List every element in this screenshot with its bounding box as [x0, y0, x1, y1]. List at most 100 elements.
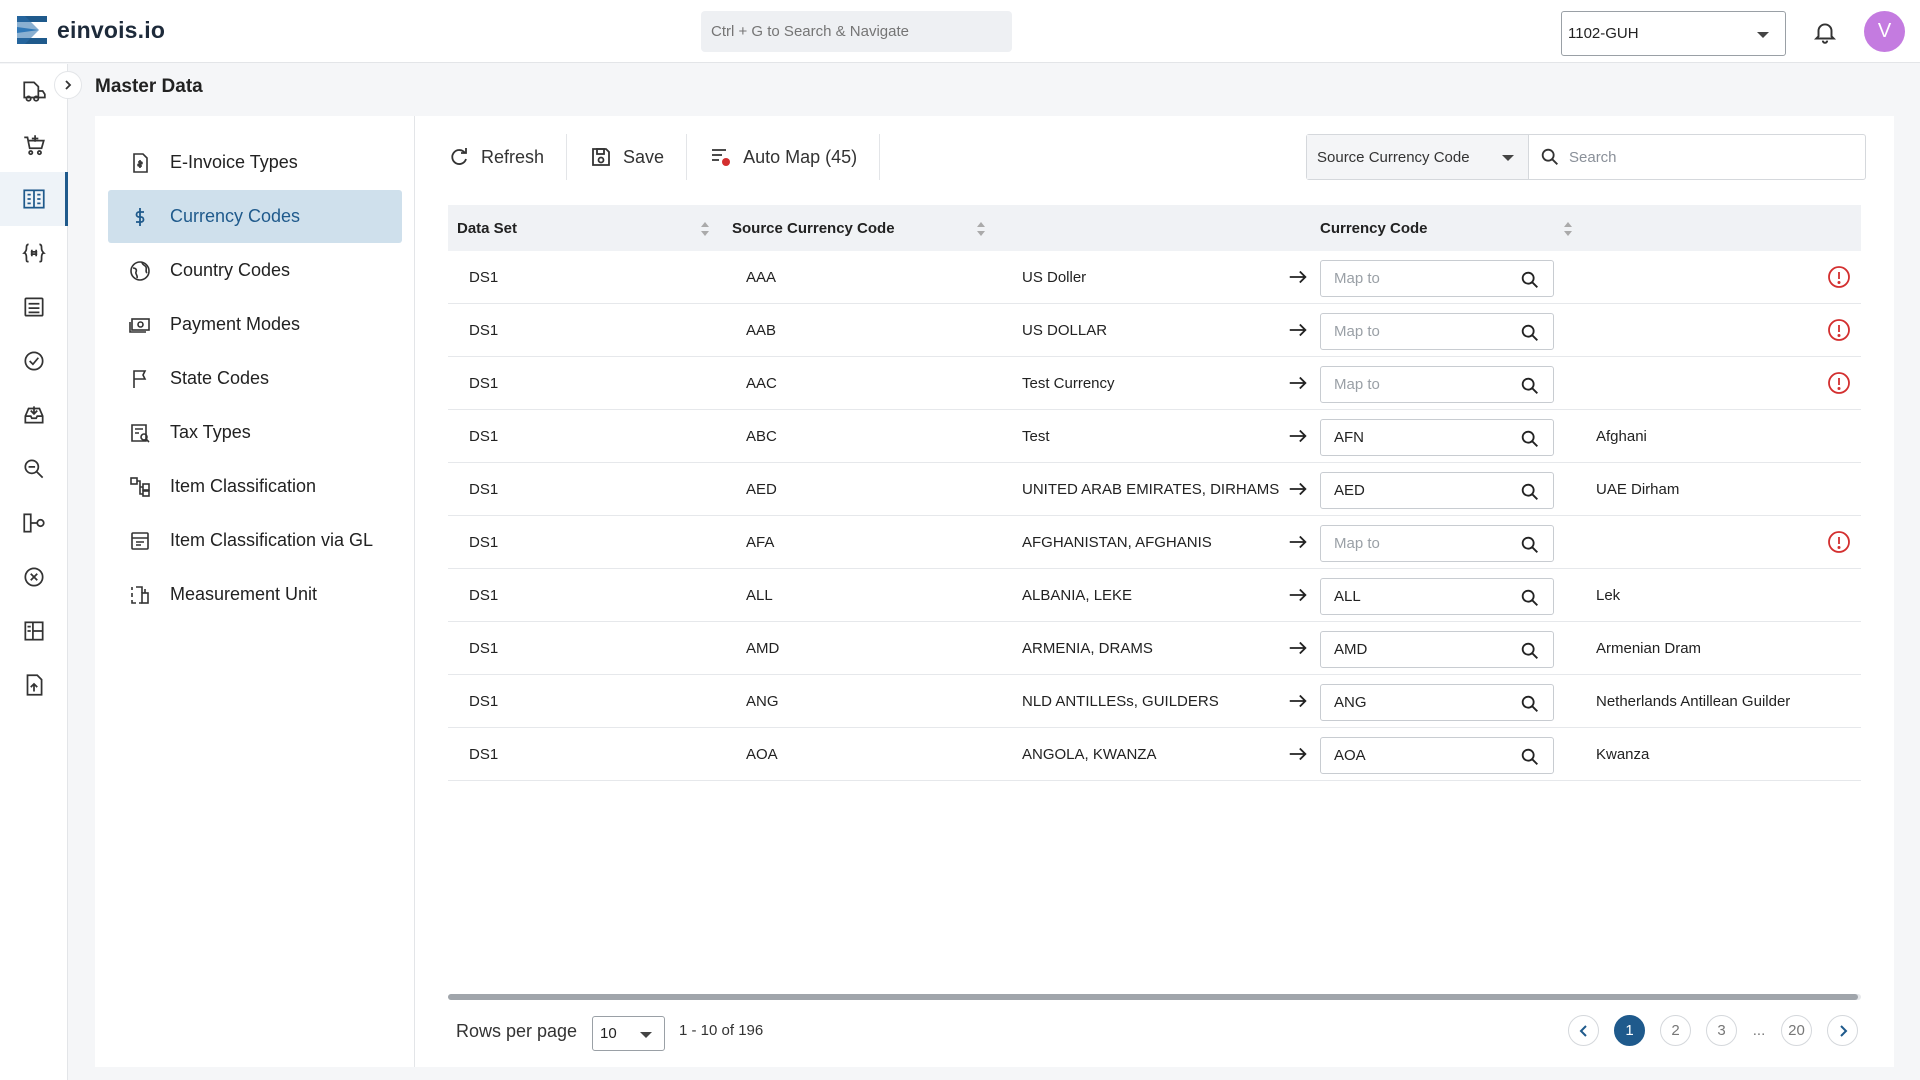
- subnav-item-payment-modes[interactable]: Payment Modes: [108, 298, 402, 351]
- notification-bell-icon[interactable]: [1812, 18, 1838, 46]
- table-filter: Source Currency Code Search: [1306, 134, 1866, 180]
- column-header-data-set[interactable]: Data Set: [457, 205, 517, 251]
- warning-info-icon[interactable]: [1827, 265, 1851, 289]
- column-header-source-currency-code[interactable]: Source Currency Code: [732, 205, 895, 251]
- subnav-item-item-classification[interactable]: Item Classification: [108, 460, 402, 513]
- search-icon[interactable]: [1519, 693, 1541, 715]
- auto-map-button[interactable]: Auto Map (45): [687, 134, 881, 180]
- subnav-item-state-codes[interactable]: State Codes: [108, 352, 402, 405]
- map-to-input[interactable]: ANG: [1320, 684, 1554, 721]
- search-icon[interactable]: [1519, 428, 1541, 450]
- filter-field-select[interactable]: Source Currency Code: [1307, 135, 1529, 179]
- cell-source-description: US Doller: [1022, 269, 1087, 286]
- rail-dashboard-icon[interactable]: [0, 604, 68, 658]
- map-to-input[interactable]: AMD: [1320, 631, 1554, 668]
- subnav-item-country-codes[interactable]: Country Codes: [108, 244, 402, 297]
- search-icon[interactable]: [1519, 375, 1541, 397]
- rail-variables-icon[interactable]: [0, 226, 68, 280]
- map-to-input[interactable]: Map to: [1320, 313, 1554, 350]
- subnav-item-tax-types[interactable]: Tax Types: [108, 406, 402, 459]
- table-toolbar: Refresh Save Auto Map (45): [425, 134, 881, 180]
- rail-inbox-icon[interactable]: [0, 388, 68, 442]
- search-icon[interactable]: [1519, 587, 1541, 609]
- search-icon[interactable]: [1519, 746, 1541, 768]
- page-button-3[interactable]: 3: [1706, 1015, 1737, 1046]
- search-icon[interactable]: [1519, 481, 1541, 503]
- arrow-right-icon: [1289, 641, 1307, 655]
- cell-source-description: Test Currency: [1022, 375, 1115, 392]
- map-to-value: ANG: [1334, 694, 1367, 711]
- next-page-button[interactable]: [1827, 1015, 1858, 1046]
- sort-icon[interactable]: [1563, 221, 1573, 237]
- subnav-item-e-invoice-types[interactable]: E-Invoice Types: [108, 136, 402, 189]
- rail-master-data-icon[interactable]: [0, 172, 68, 226]
- search-icon[interactable]: [1519, 322, 1541, 344]
- save-button[interactable]: Save: [567, 134, 688, 180]
- cell-source-description: Test: [1022, 428, 1050, 445]
- warning-info-icon[interactable]: [1827, 530, 1851, 554]
- search-icon[interactable]: [1519, 269, 1541, 291]
- rail-upload-doc-icon[interactable]: [0, 658, 68, 712]
- sort-icon[interactable]: [976, 221, 986, 237]
- page-button-1[interactable]: 1: [1614, 1015, 1645, 1046]
- cell-source-code: AFA: [746, 534, 775, 551]
- scrollbar-thumb[interactable]: [448, 994, 1858, 1000]
- expand-rail-button[interactable]: [54, 71, 82, 99]
- page-button-2[interactable]: 2: [1660, 1015, 1691, 1046]
- invoice-icon: [133, 152, 148, 173]
- map-to-input[interactable]: Map to: [1320, 366, 1554, 403]
- subnav-item-item-classification-gl[interactable]: Item Classification via GL: [108, 514, 402, 567]
- map-to-value: ALL: [1334, 588, 1361, 605]
- warning-info-icon[interactable]: [1827, 371, 1851, 395]
- rail-flow-icon[interactable]: [0, 496, 68, 550]
- arrow-right-icon: [1289, 270, 1307, 284]
- map-to-input[interactable]: Map to: [1320, 260, 1554, 297]
- rail-check-circle-icon[interactable]: [0, 334, 68, 388]
- search-icon[interactable]: [1519, 534, 1541, 556]
- rail-cart-icon[interactable]: [0, 118, 68, 172]
- master-data-card: E-Invoice Types Currency Codes Country C…: [95, 116, 1894, 1067]
- rows-per-page-label: Rows per page: [456, 1021, 578, 1041]
- rail-document-list-icon[interactable]: [0, 280, 68, 334]
- search-icon[interactable]: [1519, 640, 1541, 662]
- column-header-currency-code[interactable]: Currency Code: [1320, 205, 1428, 251]
- app-logo[interactable]: einvois.io: [17, 14, 165, 46]
- rows-per-page-select[interactable]: 10: [592, 1016, 665, 1051]
- subnav-item-currency-codes[interactable]: Currency Codes: [108, 190, 402, 243]
- global-search-input[interactable]: [701, 11, 1012, 52]
- map-to-input[interactable]: AFN: [1320, 419, 1554, 456]
- cell-data-set: DS1: [469, 322, 499, 339]
- cell-data-set: DS1: [469, 534, 499, 551]
- page-title: Master Data: [95, 76, 203, 97]
- arrow-right-icon: [1289, 535, 1307, 549]
- chevron-down-icon: [640, 1032, 652, 1038]
- top-header: einvois.io 1102-GUH V: [0, 0, 1920, 63]
- user-avatar[interactable]: V: [1864, 11, 1905, 52]
- map-to-input[interactable]: ALL: [1320, 578, 1554, 615]
- table-search-input[interactable]: Search: [1529, 135, 1865, 179]
- master-data-subnav: E-Invoice Types Currency Codes Country C…: [95, 116, 415, 1067]
- pagination-range: 1 - 10 of 196: [679, 1022, 764, 1039]
- map-to-input[interactable]: Map to: [1320, 525, 1554, 562]
- horizontal-scrollbar[interactable]: [448, 994, 1861, 1000]
- auto-map-icon: [712, 149, 731, 166]
- map-to-input[interactable]: AOA: [1320, 737, 1554, 774]
- cell-currency-name: Netherlands Antillean Guilder: [1596, 693, 1791, 710]
- cash-icon: [129, 317, 150, 333]
- company-select[interactable]: 1102-GUH: [1561, 11, 1786, 56]
- warning-info-icon[interactable]: [1827, 318, 1851, 342]
- map-to-input[interactable]: AED: [1320, 472, 1554, 509]
- subnav-item-measurement-unit[interactable]: Measurement Unit: [108, 568, 402, 621]
- refresh-button[interactable]: Refresh: [425, 134, 568, 180]
- rail-search-doc-icon[interactable]: [0, 442, 68, 496]
- arrow-right-icon: [1289, 747, 1307, 761]
- rail-cancel-circle-icon[interactable]: [0, 550, 68, 604]
- sort-icon[interactable]: [700, 221, 710, 237]
- cell-currency-name: Kwanza: [1596, 746, 1650, 763]
- subnav-item-label: Country Codes: [170, 260, 291, 280]
- cell-data-set: DS1: [469, 428, 499, 445]
- previous-page-button[interactable]: [1568, 1015, 1599, 1046]
- page-button-last[interactable]: 20: [1781, 1015, 1812, 1046]
- chevron-right-icon: [65, 80, 72, 90]
- cell-data-set: DS1: [469, 481, 499, 498]
